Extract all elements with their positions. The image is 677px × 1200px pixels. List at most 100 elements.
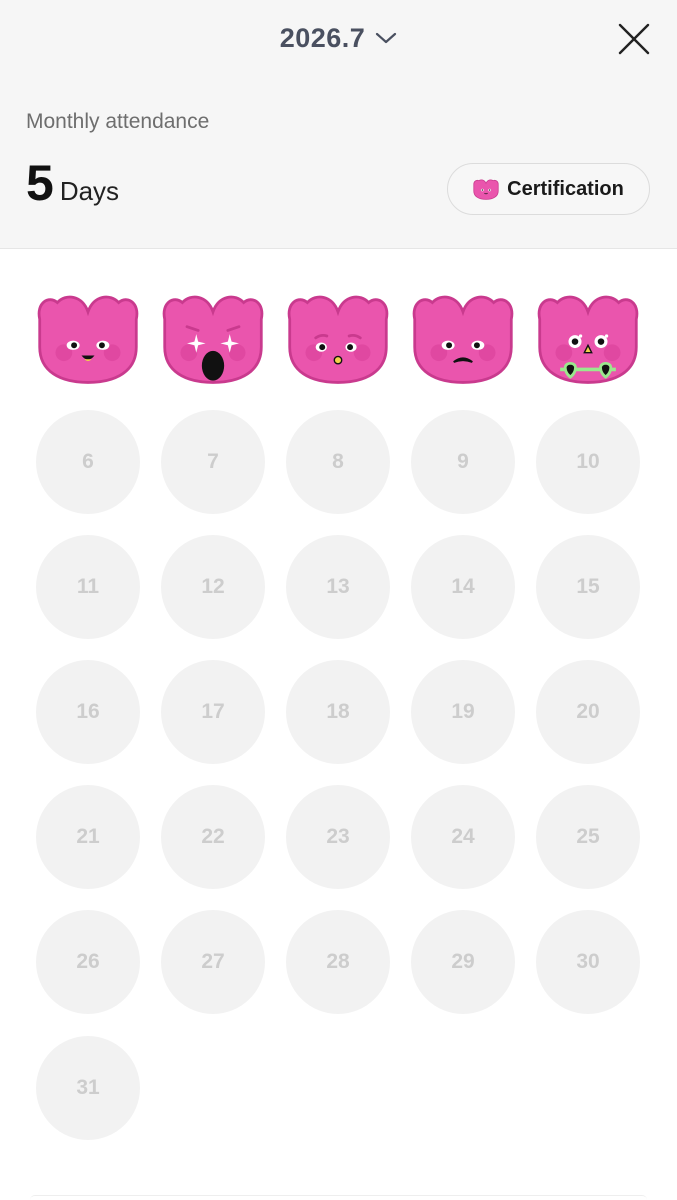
calendar-day[interactable]: 23 xyxy=(286,785,390,889)
day-circle: 18 xyxy=(286,660,390,764)
calendar-day[interactable]: 19 xyxy=(411,660,515,764)
day-number: 25 xyxy=(576,825,600,848)
day-number: 19 xyxy=(451,700,475,723)
calendar-day[interactable]: 28 xyxy=(286,910,390,1014)
calendar-day-attended-5[interactable] xyxy=(536,284,640,388)
day-circle: 6 xyxy=(36,410,140,514)
bottom-sheet-edge xyxy=(30,1195,647,1200)
day-circle: 27 xyxy=(161,910,265,1014)
day-circle: 15 xyxy=(536,535,640,639)
day-circle: 22 xyxy=(161,785,265,889)
month-picker[interactable]: 2026.7 xyxy=(0,18,677,58)
day-circle: 16 xyxy=(36,660,140,764)
day-number: 15 xyxy=(576,575,600,598)
calendar-day[interactable]: 24 xyxy=(411,785,515,889)
tulip-sunglasses-sparkle-icon xyxy=(537,295,639,384)
day-circle: 28 xyxy=(286,910,390,1014)
day-number: 14 xyxy=(451,575,475,598)
calendar-day-attended-3[interactable] xyxy=(286,284,390,388)
calendar-day[interactable]: 16 xyxy=(36,660,140,764)
day-circle: 26 xyxy=(36,910,140,1014)
day-circle: 10 xyxy=(536,410,640,514)
day-circle: 29 xyxy=(411,910,515,1014)
calendar-day[interactable]: 30 xyxy=(536,910,640,1014)
day-circle: 13 xyxy=(286,535,390,639)
calendar-day[interactable]: 27 xyxy=(161,910,265,1014)
calendar-day[interactable]: 17 xyxy=(161,660,265,764)
tulip-face-icon xyxy=(473,179,499,200)
calendar-day[interactable]: 13 xyxy=(286,535,390,639)
day-number: 23 xyxy=(326,825,350,848)
day-circle: 24 xyxy=(411,785,515,889)
day-number: 17 xyxy=(201,700,225,723)
day-circle: 21 xyxy=(36,785,140,889)
day-number: 9 xyxy=(457,450,469,473)
calendar-day[interactable]: 15 xyxy=(536,535,640,639)
day-circle: 19 xyxy=(411,660,515,764)
calendar-day[interactable]: 21 xyxy=(36,785,140,889)
day-number: 10 xyxy=(576,450,600,473)
day-circle: 8 xyxy=(286,410,390,514)
calendar-day[interactable]: 11 xyxy=(36,535,140,639)
attendance-count-number: 5 xyxy=(26,155,54,211)
day-number: 22 xyxy=(201,825,225,848)
tulip-frown-icon xyxy=(412,295,514,384)
close-icon[interactable] xyxy=(615,20,653,58)
calendar-day[interactable]: 9 xyxy=(411,410,515,514)
tulip-smile-tongue-icon xyxy=(37,295,139,384)
day-circle: 25 xyxy=(536,785,640,889)
day-number: 21 xyxy=(76,825,100,848)
certification-button[interactable]: Certification xyxy=(447,163,650,215)
attendance-title: Monthly attendance xyxy=(26,110,210,133)
day-circle: 12 xyxy=(161,535,265,639)
tulip-starry-shocked-icon xyxy=(162,295,264,384)
calendar-day[interactable]: 6 xyxy=(36,410,140,514)
day-circle: 7 xyxy=(161,410,265,514)
day-number: 20 xyxy=(576,700,600,723)
day-number: 18 xyxy=(326,700,350,723)
calendar-day[interactable]: 12 xyxy=(161,535,265,639)
day-number: 11 xyxy=(76,575,100,598)
calendar-day[interactable]: 10 xyxy=(536,410,640,514)
day-circle: 17 xyxy=(161,660,265,764)
day-circle: 31 xyxy=(36,1036,140,1140)
day-number: 13 xyxy=(326,575,350,598)
attendance-count: 5 Days xyxy=(26,158,119,208)
day-circle: 23 xyxy=(286,785,390,889)
calendar-day[interactable]: 26 xyxy=(36,910,140,1014)
calendar-day-attended-2[interactable] xyxy=(161,284,265,388)
attendance-calendar: 6 7 8 9 10 11 12 13 14 15 16 17 18 19 20 21 22 23 24 25 26 27… xyxy=(0,248,677,1200)
calendar-day[interactable]: 20 xyxy=(536,660,640,764)
certification-label: Certification xyxy=(507,177,624,200)
day-number: 30 xyxy=(576,950,600,973)
day-number: 28 xyxy=(326,950,350,973)
day-number: 6 xyxy=(82,450,94,473)
tulip-worried-small-mouth-icon xyxy=(287,295,389,384)
day-circle: 14 xyxy=(411,535,515,639)
day-number: 8 xyxy=(332,450,344,473)
calendar-day-attended-4[interactable] xyxy=(411,284,515,388)
day-number: 16 xyxy=(76,700,100,723)
calendar-day[interactable]: 8 xyxy=(286,410,390,514)
day-circle: 20 xyxy=(536,660,640,764)
day-number: 24 xyxy=(451,825,475,848)
day-circle: 11 xyxy=(36,535,140,639)
calendar-day[interactable]: 14 xyxy=(411,535,515,639)
calendar-day[interactable]: 7 xyxy=(161,410,265,514)
day-circle: 30 xyxy=(536,910,640,1014)
calendar-day-attended-1[interactable] xyxy=(36,284,140,388)
day-number: 31 xyxy=(76,1076,100,1099)
day-circle: 9 xyxy=(411,410,515,514)
calendar-day[interactable]: 31 xyxy=(36,1036,140,1140)
day-number: 7 xyxy=(207,450,219,473)
day-number: 27 xyxy=(201,950,225,973)
day-number: 29 xyxy=(451,950,475,973)
calendar-day[interactable]: 25 xyxy=(536,785,640,889)
calendar-day[interactable]: 29 xyxy=(411,910,515,1014)
calendar-day[interactable]: 18 xyxy=(286,660,390,764)
month-label: 2026.7 xyxy=(279,22,366,53)
calendar-day[interactable]: 22 xyxy=(161,785,265,889)
chevron-down-icon xyxy=(376,32,397,44)
attendance-count-unit: Days xyxy=(59,176,120,206)
day-number: 12 xyxy=(201,575,225,598)
